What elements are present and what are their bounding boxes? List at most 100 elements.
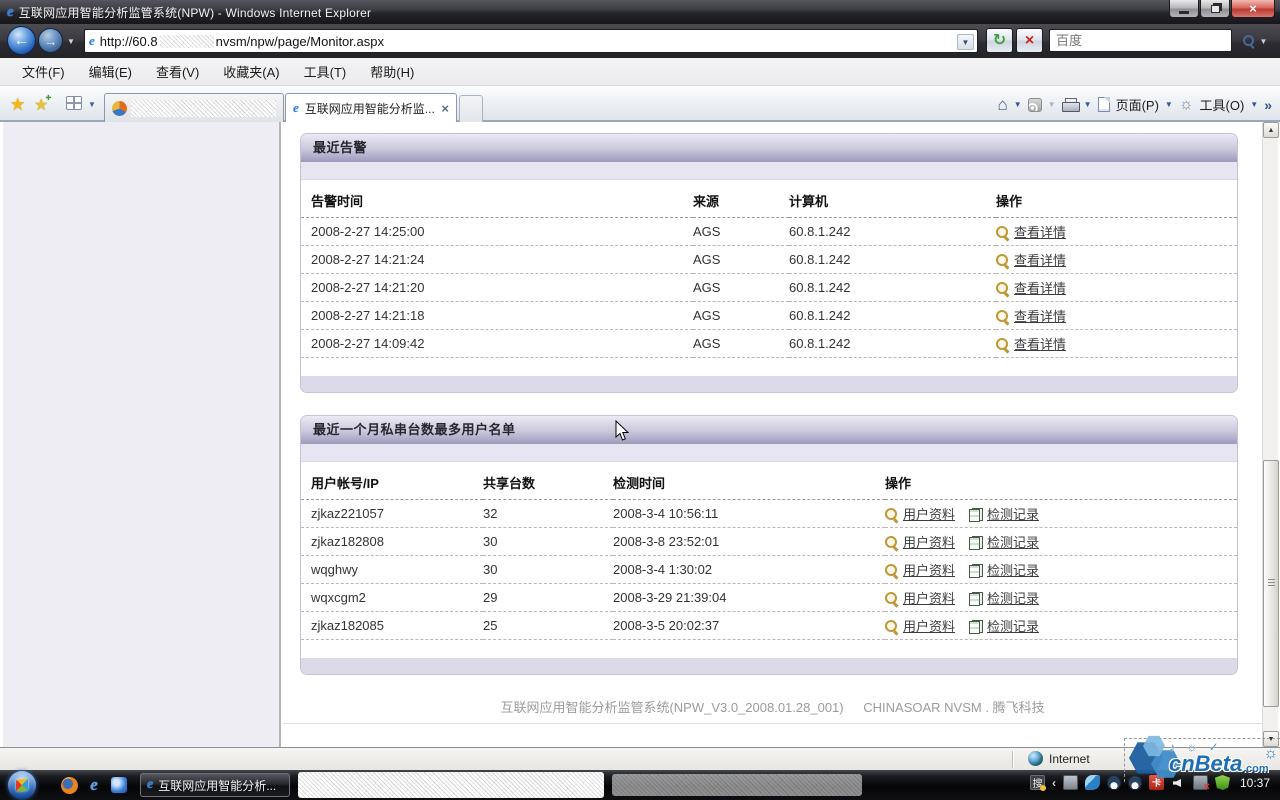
view-detail-link[interactable]: 查看详情	[1014, 281, 1066, 296]
col-detect-time: 检测时间	[613, 462, 885, 500]
taskbar: e e 互联网应用智能分析... 搜 ‹ 卡 10:37	[0, 770, 1280, 800]
page-dropdown-icon[interactable]: ▼	[1165, 100, 1173, 109]
detect-time: 2008-3-8 23:52:01	[613, 528, 885, 556]
share-count: 29	[483, 584, 613, 612]
detect-records-icon	[969, 536, 983, 550]
tray-app-icon[interactable]	[1085, 775, 1100, 790]
col-source: 来源	[693, 180, 789, 218]
close-button[interactable]: ×	[1231, 0, 1275, 18]
view-detail-icon	[996, 254, 1010, 268]
menu-tools[interactable]: 工具(T)	[292, 58, 359, 85]
stop-button[interactable]: ×	[1016, 28, 1043, 53]
zone-label: Internet	[1049, 752, 1090, 766]
scrollbar-thumb[interactable]	[1263, 460, 1279, 707]
detect-records-link[interactable]: 检测记录	[987, 591, 1039, 606]
user-profile-link[interactable]: 用户资料	[903, 563, 955, 578]
detect-time: 2008-3-29 21:39:04	[613, 584, 885, 612]
tab1-favicon	[112, 101, 127, 116]
quick-tabs-icon[interactable]	[66, 96, 82, 110]
detect-time: 2008-3-4 10:56:11	[613, 500, 885, 528]
menu-help[interactable]: 帮助(H)	[358, 58, 426, 85]
quick-tabs-dropdown-icon[interactable]: ▼	[88, 100, 96, 109]
new-tab-stub[interactable]	[459, 95, 483, 122]
search-dropdown-icon[interactable]: ▼	[1260, 37, 1268, 46]
tools-dropdown-icon[interactable]: ▼	[1250, 100, 1258, 109]
quicklaunch-firefox-icon[interactable]	[60, 776, 78, 794]
back-button[interactable]: ←	[7, 26, 36, 55]
vertical-scrollbar[interactable]: ▲ ▼	[1262, 122, 1278, 747]
ime-tray-icon[interactable]: 搜	[1030, 775, 1045, 790]
user-profile-link[interactable]: 用户资料	[903, 591, 955, 606]
qq-tray-icon[interactable]	[1107, 775, 1121, 790]
detect-records-icon	[969, 620, 983, 634]
page-menu-icon[interactable]	[1098, 97, 1110, 112]
view-detail-link[interactable]: 查看详情	[1014, 225, 1066, 240]
tab-censored[interactable]	[104, 93, 284, 122]
feeds-icon[interactable]	[1028, 98, 1042, 112]
window-title: 互联网应用智能分析监管系统(NPW) - Windows Internet Ex…	[19, 4, 372, 21]
share-count: 30	[483, 556, 613, 584]
table-row: 2008-2-27 14:09:42 AGS 60.8.1.242 查看详情	[301, 330, 1237, 358]
start-button[interactable]	[8, 771, 36, 799]
search-box[interactable]	[1049, 29, 1232, 52]
tray-expand-icon[interactable]: ‹	[1052, 776, 1056, 790]
tab-active-monitor[interactable]: e 互联网应用智能分析监... ×	[285, 93, 457, 122]
refresh-button[interactable]: ↻	[986, 28, 1013, 53]
address-dropdown-icon[interactable]: ▼	[957, 34, 974, 50]
table-row: 2008-2-27 14:21:20 AGS 60.8.1.242 查看详情	[301, 274, 1237, 302]
menu-edit[interactable]: 编辑(E)	[77, 58, 144, 85]
taskbar-window-button[interactable]: e 互联网应用智能分析...	[140, 773, 290, 797]
user-profile-link[interactable]: 用户资料	[903, 619, 955, 634]
alert-time: 2008-2-27 14:09:42	[301, 330, 693, 358]
print-icon[interactable]	[1062, 98, 1078, 111]
detect-records-link[interactable]: 检测记录	[987, 619, 1039, 634]
menu-file[interactable]: 文件(F)	[10, 58, 77, 85]
alert-source: AGS	[693, 218, 789, 246]
minimize-button[interactable]	[1169, 0, 1199, 18]
col-alert-time: 告警时间	[301, 180, 693, 218]
page-menu-label[interactable]: 页面(P)	[1116, 95, 1159, 114]
user-account: zjkaz182808	[301, 528, 483, 556]
search-button[interactable]: ▼	[1236, 31, 1274, 51]
restore-button[interactable]	[1200, 0, 1230, 18]
menu-bar: 文件(F) 编辑(E) 查看(V) 收藏夹(A) 工具(T) 帮助(H)	[0, 58, 1280, 86]
detect-records-link[interactable]: 检测记录	[987, 563, 1039, 578]
alert-time: 2008-2-27 14:21:18	[301, 302, 693, 330]
user-profile-link[interactable]: 用户资料	[903, 507, 955, 522]
top-sharing-users-title: 最近一个月私串台数最多用户名单	[301, 416, 1237, 444]
scroll-up-icon[interactable]: ▲	[1263, 122, 1279, 138]
forward-button[interactable]: →	[38, 28, 63, 53]
print-dropdown-icon[interactable]: ▼	[1084, 100, 1092, 109]
home-dropdown-icon[interactable]: ▼	[1014, 100, 1022, 109]
tray-monitor-icon[interactable]	[1063, 775, 1078, 790]
more-toolbar-icon[interactable]: »	[1264, 97, 1272, 113]
detect-records-link[interactable]: 检测记录	[987, 507, 1039, 522]
detect-records-link[interactable]: 检测记录	[987, 535, 1039, 550]
url-censored-region	[160, 35, 214, 48]
watermark-brand-suffix: .com	[1243, 763, 1269, 775]
user-profile-icon	[885, 536, 899, 550]
user-account: zjkaz221057	[301, 500, 483, 528]
address-bar[interactable]: e http://60.8nvsm/npw/page/Monitor.aspx …	[84, 29, 978, 53]
search-input[interactable]	[1050, 30, 1231, 51]
add-favorite-icon[interactable]: ★	[34, 95, 48, 115]
home-icon[interactable]: ⌂	[998, 96, 1008, 113]
table-row: wqxcgm2 29 2008-3-29 21:39:04 用户资料检测记录	[301, 584, 1237, 612]
tab-close-icon[interactable]: ×	[441, 101, 449, 116]
favorites-center-icon[interactable]: ★	[10, 95, 25, 115]
view-detail-link[interactable]: 查看详情	[1014, 253, 1066, 268]
col-operation: 操作	[885, 462, 1237, 500]
menu-view[interactable]: 查看(V)	[144, 58, 211, 85]
table-row: 2008-2-27 14:25:00 AGS 60.8.1.242 查看详情	[301, 218, 1237, 246]
quicklaunch-ie-icon[interactable]: e	[85, 776, 103, 794]
user-profile-link[interactable]: 用户资料	[903, 535, 955, 550]
quicklaunch-app-icon[interactable]	[110, 776, 128, 794]
view-detail-link[interactable]: 查看详情	[1014, 309, 1066, 324]
tools-menu-label[interactable]: 工具(O)	[1200, 95, 1245, 114]
history-dropdown-icon[interactable]: ▼	[67, 37, 75, 46]
view-detail-link[interactable]: 查看详情	[1014, 337, 1066, 352]
menu-favorites[interactable]: 收藏夹(A)	[211, 58, 291, 85]
tab1-censored-title	[131, 100, 276, 117]
panel-substrip	[301, 162, 1237, 180]
gear-icon[interactable]: ☼	[1179, 97, 1194, 113]
